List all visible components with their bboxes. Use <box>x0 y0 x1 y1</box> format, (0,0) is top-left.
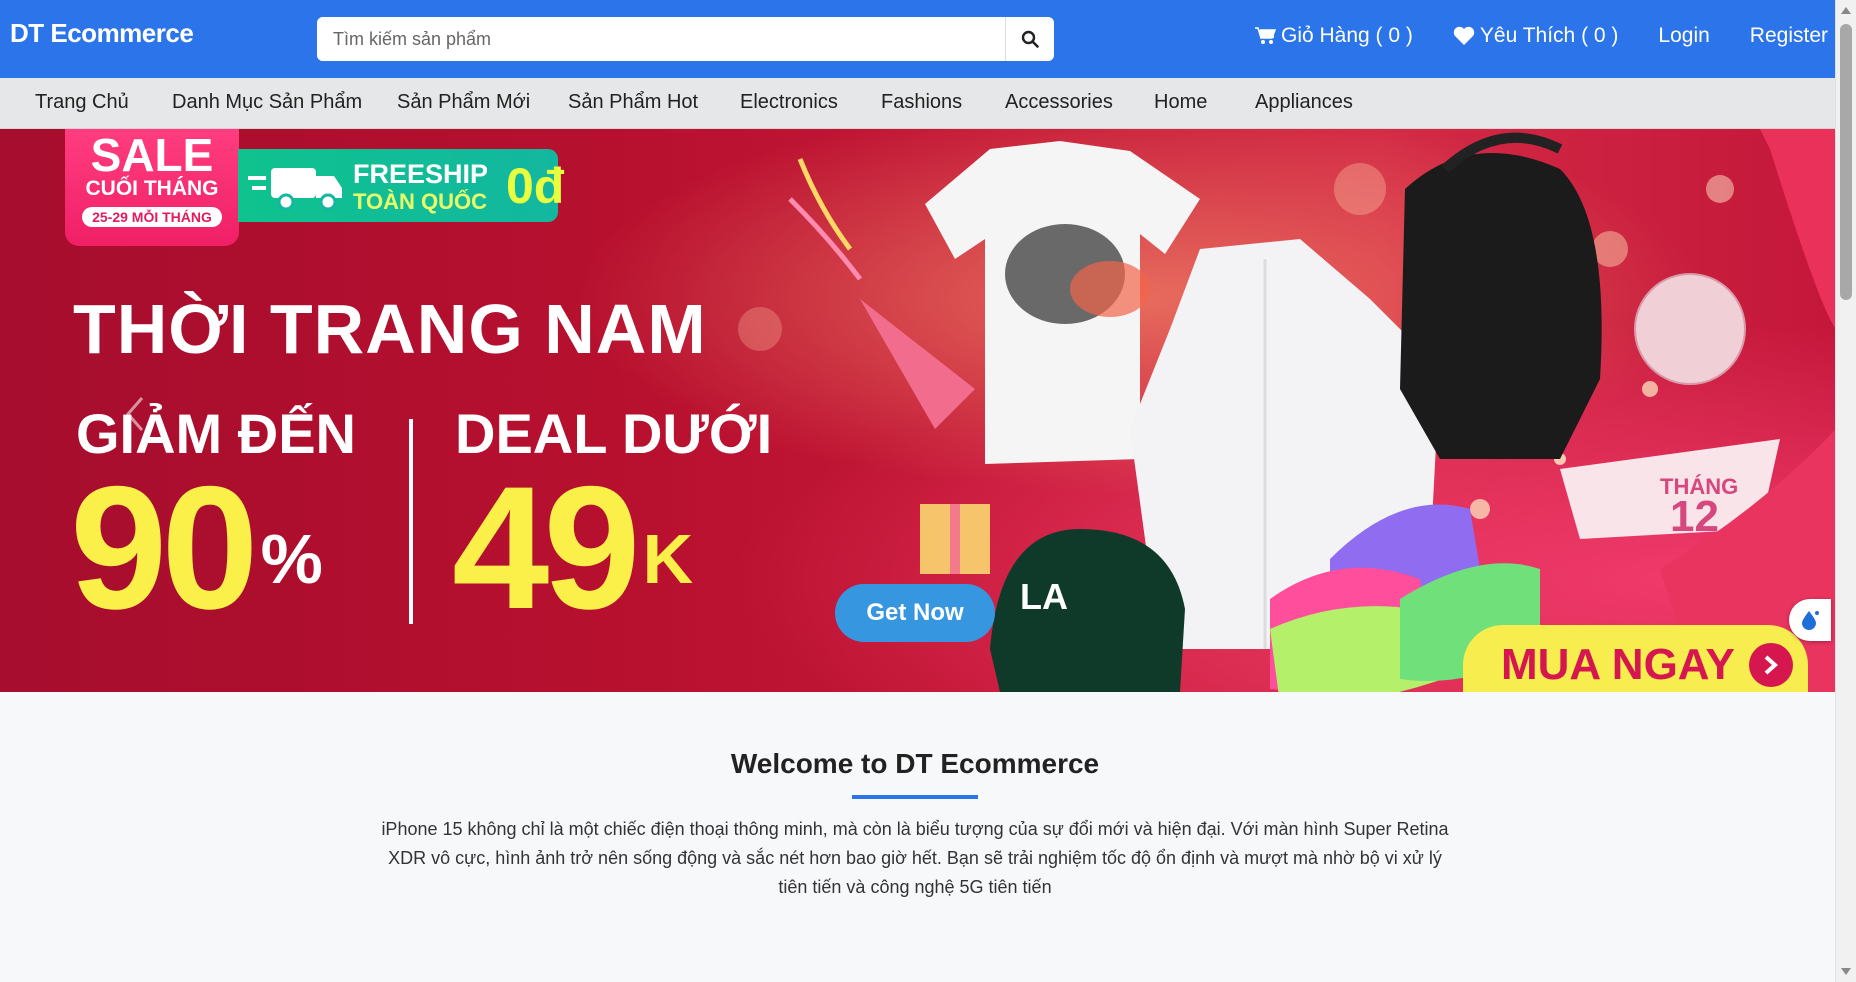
hero-title: THỜI TRANG NAM <box>73 290 707 368</box>
chevron-left-icon <box>126 397 144 431</box>
search-box <box>317 17 1054 61</box>
water-drop-icon <box>1802 611 1819 630</box>
search-icon <box>1021 30 1039 48</box>
wishlist-link[interactable]: Yêu Thích ( 0 ) <box>1453 24 1619 48</box>
buy-now-label: MUA NGAY <box>1501 640 1735 689</box>
header-links: Giỏ Hàng ( 0 ) Yêu Thích ( 0 ) Login Reg… <box>1254 24 1828 48</box>
discount-value: 90% <box>70 451 323 646</box>
sale-badge: SALE CUỐI THÁNG 25-29 MỖI THÁNG <box>65 129 239 246</box>
deal-value: 49 K <box>452 451 694 646</box>
welcome-description: iPhone 15 không chỉ là một chiếc điện th… <box>381 819 1449 897</box>
wishlist-label: Yêu Thích ( 0 ) <box>1479 24 1619 47</box>
svg-text:LA: LA <box>1020 576 1068 617</box>
discount-unit: % <box>260 520 323 598</box>
sale-title: SALE <box>90 129 214 181</box>
login-link[interactable]: Login <box>1658 24 1709 48</box>
deal-number: 49 <box>452 451 641 646</box>
cart-label: Giỏ Hàng ( 0 ) <box>1281 24 1413 47</box>
heart-icon <box>1453 26 1475 45</box>
hero-divider <box>409 419 413 624</box>
nav-item-appliances[interactable]: Appliances <box>1255 91 1353 114</box>
category-nav: Trang Chủ Danh Mục Sản Phẩm Sản Phẩm Mới… <box>0 78 1836 129</box>
nav-item-san-pham-moi[interactable]: Sản Phẩm Mới <box>397 91 530 114</box>
freeship-line2: TOÀN QUỐC <box>353 189 488 214</box>
welcome-underline <box>852 795 978 799</box>
freeship-badge: FREESHIP TOÀN QUỐC 0đ <box>238 149 564 222</box>
sale-dates: 25-29 MỖI THÁNG <box>82 207 222 227</box>
nav-item-trang-chu[interactable]: Trang Chủ <box>35 91 129 114</box>
scroll-down-arrow-icon[interactable] <box>1841 968 1851 975</box>
page-scrollbar[interactable] <box>1835 0 1856 982</box>
discount-number: 90 <box>70 451 259 646</box>
cart-icon <box>1255 27 1276 44</box>
sale-subtitle: CUỐI THÁNG <box>85 177 219 200</box>
nav-item-fashions[interactable]: Fashions <box>881 91 962 114</box>
cart-link[interactable]: Giỏ Hàng ( 0 ) <box>1254 24 1413 48</box>
get-now-button[interactable]: Get Now <box>835 584 995 642</box>
welcome-title: Welcome to DT Ecommerce <box>730 748 1100 779</box>
floating-water-button[interactable] <box>1789 599 1831 641</box>
nav-item-home[interactable]: Home <box>1154 91 1207 114</box>
scrollbar-thumb[interactable] <box>1840 24 1852 300</box>
nav-item-san-pham-hot[interactable]: Sản Phẩm Hot <box>568 91 698 114</box>
carousel-prev-button[interactable] <box>120 394 150 434</box>
search-button[interactable] <box>1005 17 1054 61</box>
freeship-line1: FREESHIP <box>353 159 489 189</box>
search-input[interactable] <box>317 17 1005 61</box>
nav-item-danh-muc[interactable]: Danh Mục Sản Phẩm <box>172 91 362 114</box>
svg-text:12: 12 <box>1670 492 1719 541</box>
hero-banner[interactable]: THÁNG 12 LA SALE CUỐI THÁNG 25-29 MỖI TH… <box>0 129 1836 692</box>
nav-item-accessories[interactable]: Accessories <box>1005 91 1113 114</box>
buy-now-button[interactable]: MUA NGAY <box>1463 625 1808 692</box>
register-link[interactable]: Register <box>1750 24 1828 48</box>
deal-unit: K <box>642 520 694 598</box>
scroll-up-arrow-icon[interactable] <box>1841 7 1851 14</box>
truck-icon <box>248 168 342 211</box>
brand-logo[interactable]: DT Ecommerce <box>10 18 194 49</box>
arrow-right-icon <box>1748 643 1793 687</box>
freeship-price: 0đ <box>506 158 565 214</box>
nav-item-electronics[interactable]: Electronics <box>740 91 838 114</box>
top-header: DT Ecommerce Giỏ Hàng ( 0 ) Yêu Thích ( … <box>0 0 1836 78</box>
